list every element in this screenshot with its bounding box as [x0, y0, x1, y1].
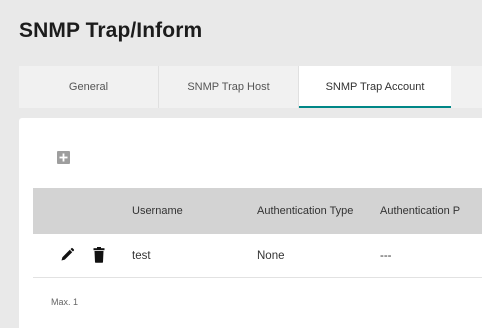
plus-icon	[59, 153, 68, 162]
table-row: test None ---	[33, 234, 482, 278]
tab-general[interactable]: General	[19, 66, 159, 108]
trash-icon[interactable]	[93, 247, 105, 263]
cell-auth-protocol: ---	[380, 249, 392, 262]
content-card: Username Authentication Type Authenticat…	[19, 118, 482, 328]
page-title: SNMP Trap/Inform	[19, 19, 203, 42]
column-header-username[interactable]: Username	[132, 188, 183, 234]
column-header-authentication-protocol[interactable]: Authentication P	[380, 188, 460, 234]
tab-snmp-trap-host[interactable]: SNMP Trap Host	[159, 66, 299, 108]
cell-auth-type: None	[257, 249, 285, 262]
max-entries-note: Max. 1	[51, 297, 79, 307]
cell-username: test	[132, 249, 151, 262]
tab-bar: General SNMP Trap Host SNMP Trap Account	[19, 66, 482, 108]
add-button[interactable]	[57, 151, 70, 164]
column-header-authentication-type[interactable]: Authentication Type	[257, 188, 353, 234]
tab-snmp-trap-account[interactable]: SNMP Trap Account	[299, 66, 451, 108]
pencil-icon[interactable]	[59, 247, 75, 263]
table-header: Username Authentication Type Authenticat…	[33, 188, 482, 234]
column-header-actions	[33, 188, 118, 234]
